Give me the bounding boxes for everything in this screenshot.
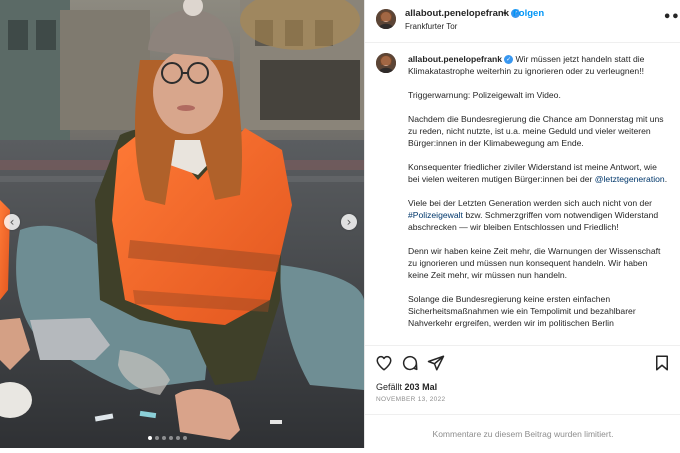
caption-section: allabout.penelopefrank ✓ Wir müssen jetzt… bbox=[365, 43, 680, 346]
caption-paragraph: Viele bei der Letzten Generation werden … bbox=[408, 198, 652, 208]
avatar[interactable] bbox=[376, 53, 396, 73]
likes-suffix: Mal bbox=[422, 382, 438, 392]
post-caption: allabout.penelopefrank ✓ Wir müssen jetzt… bbox=[408, 53, 670, 341]
hashtag-link[interactable]: #Polizeigewalt bbox=[408, 210, 463, 220]
avatar[interactable] bbox=[376, 9, 396, 29]
verified-badge-icon: ✓ bbox=[504, 55, 514, 65]
profile-picture-icon bbox=[376, 53, 396, 73]
profile-picture-icon bbox=[376, 9, 396, 29]
post-header: allabout.penelopefrank ✓ • Folgen Frankfu… bbox=[365, 0, 680, 43]
carousel-dot bbox=[162, 436, 166, 440]
carousel-previous-button[interactable]: ‹ bbox=[4, 214, 20, 230]
carousel-dot bbox=[169, 436, 173, 440]
mention-link[interactable]: @letztegeneration bbox=[595, 174, 665, 184]
share-icon[interactable] bbox=[427, 354, 445, 372]
likes-number: 203 bbox=[404, 382, 420, 392]
post-date: NOVEMBER 13, 2022 bbox=[376, 396, 446, 403]
caption-username[interactable]: allabout.penelopefrank bbox=[408, 54, 502, 64]
carousel-dot bbox=[176, 436, 180, 440]
post-photo[interactable]: ‹ › bbox=[0, 0, 364, 448]
chevron-right-icon: › bbox=[346, 215, 352, 229]
likes-count[interactable]: Gefällt 203 Mal bbox=[376, 382, 437, 392]
caption-paragraph: Triggerwarnung: Polizeigewalt im Video. bbox=[408, 90, 561, 100]
action-bar bbox=[365, 350, 680, 376]
more-options-icon[interactable]: ••• bbox=[663, 10, 680, 25]
separator-dot: • bbox=[503, 8, 507, 19]
bookmark-icon[interactable] bbox=[653, 354, 671, 372]
carousel-dot bbox=[148, 436, 152, 440]
caption-paragraph: Denn wir haben keine Zeit mehr, die Warn… bbox=[408, 246, 661, 280]
chevron-left-icon: ‹ bbox=[9, 215, 15, 229]
instagram-post-view: ‹ › allabout.penelopefrank ✓ • Folgen Fr… bbox=[0, 0, 680, 448]
comments-limited-notice: Kommentare zu diesem Beitrag wurden limi… bbox=[365, 414, 680, 448]
carousel-dot bbox=[155, 436, 159, 440]
carousel-dot bbox=[183, 436, 187, 440]
post-details-panel: allabout.penelopefrank ✓ • Folgen Frankfu… bbox=[364, 0, 680, 448]
follow-button[interactable]: Folgen bbox=[513, 8, 544, 19]
heart-icon[interactable] bbox=[375, 354, 393, 372]
protest-photo-illustration bbox=[0, 0, 364, 448]
post-location[interactable]: Frankfurter Tor bbox=[405, 22, 457, 31]
carousel-next-button[interactable]: › bbox=[341, 214, 357, 230]
carousel-indicator bbox=[148, 436, 187, 440]
caption-paragraph: Solange die Bundesregierung keine ersten… bbox=[408, 294, 636, 328]
caption-paragraph: Nachdem die Bundesregierung die Chance a… bbox=[408, 114, 664, 148]
face bbox=[153, 50, 223, 134]
comment-icon[interactable] bbox=[401, 354, 419, 372]
caption-punctuation: . bbox=[664, 174, 668, 184]
